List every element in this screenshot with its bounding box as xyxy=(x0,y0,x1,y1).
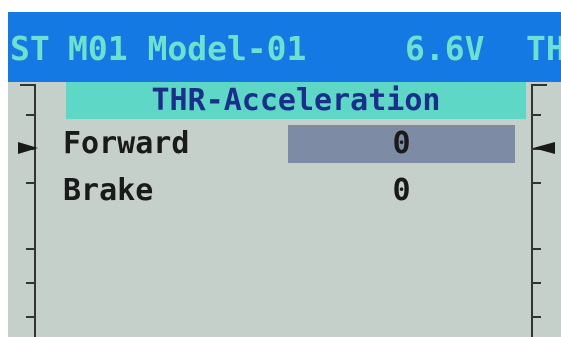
gauge-tick xyxy=(533,316,541,318)
gauge-tick xyxy=(26,182,34,184)
gauge-tick xyxy=(20,84,34,86)
menu-item-brake[interactable]: Brake 0 xyxy=(63,172,521,210)
brake-label: Brake xyxy=(63,173,154,208)
forward-label: Forward xyxy=(63,126,190,161)
gauge-scale-line xyxy=(34,84,36,337)
lcd-screen: ST M01 Model-01 6.6V TH THR-Acceleration… xyxy=(8,12,561,337)
status-header: ST M01 Model-01 6.6V TH xyxy=(8,12,561,82)
gauge-tick xyxy=(533,84,547,86)
steering-label: ST xyxy=(10,29,50,68)
steering-trim-pointer-icon xyxy=(18,142,38,154)
gauge-tick xyxy=(26,316,34,318)
battery-voltage: 6.6V xyxy=(405,29,485,68)
gauge-tick xyxy=(533,248,541,250)
menu-item-forward[interactable]: Forward 0 xyxy=(63,125,521,163)
throttle-trim-gauge xyxy=(531,84,551,337)
forward-value[interactable]: 0 xyxy=(288,125,515,163)
gauge-tick xyxy=(533,114,541,116)
gauge-tick xyxy=(533,282,541,284)
gauge-tick xyxy=(26,282,34,284)
menu-title: THR-Acceleration xyxy=(66,82,526,119)
throttle-trim-pointer-icon xyxy=(533,142,555,154)
gauge-tick xyxy=(26,248,34,250)
model-name: M01 Model-01 xyxy=(68,29,307,68)
throttle-label: TH xyxy=(526,29,561,68)
brake-value[interactable]: 0 xyxy=(288,172,515,210)
gauge-scale-line xyxy=(531,84,533,337)
steering-trim-gauge xyxy=(16,84,36,337)
gauge-tick xyxy=(26,114,34,116)
gauge-tick xyxy=(533,182,541,184)
